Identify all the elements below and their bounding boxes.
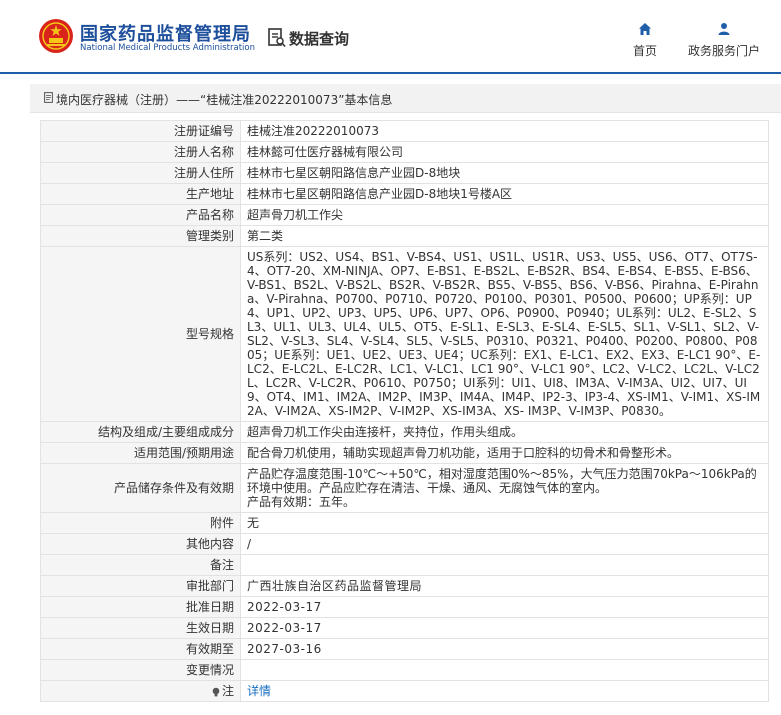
note-label-cell: 注 bbox=[40, 680, 241, 702]
row-label: 产品储存条件及有效期 bbox=[40, 463, 241, 513]
row-label: 适用范围/预期用途 bbox=[40, 442, 241, 464]
table-row: 变更情况 bbox=[40, 659, 769, 681]
table-row: 产品储存条件及有效期 产品贮存温度范围-10℃～+50℃，相对湿度范围0%～85… bbox=[40, 463, 769, 513]
table-row: 生效日期 2022-03-17 bbox=[40, 617, 769, 639]
table-row: 产品名称 超声骨刀机工作尖 bbox=[40, 204, 769, 226]
row-value: 广西壮族自治区药品监督管理局 bbox=[240, 575, 769, 597]
table-row: 注册人名称 桂林懿可仕医疗器械有限公司 bbox=[40, 141, 769, 163]
header-divider bbox=[0, 72, 781, 74]
table-row: 批准日期 2022-03-17 bbox=[40, 596, 769, 618]
table-row: 附件 无 bbox=[40, 512, 769, 534]
row-label: 附件 bbox=[40, 512, 241, 534]
row-value: 第二类 bbox=[240, 225, 769, 247]
table-row: 生产地址 桂林市七星区朝阳路信息产业园D-8地块1号楼A区 bbox=[40, 183, 769, 205]
document-icon bbox=[44, 92, 53, 103]
row-value: 2027-03-16 bbox=[240, 638, 769, 660]
row-value: 配合骨刀机使用，辅助实现超声骨刀机功能，适用于口腔科的切骨术和骨整形术。 bbox=[240, 442, 769, 464]
row-label: 注册人住所 bbox=[40, 162, 241, 184]
row-value: 详情 bbox=[240, 680, 769, 702]
row-label: 管理类别 bbox=[40, 225, 241, 247]
nav-service-portal[interactable]: 政务服务门户 bbox=[684, 22, 764, 59]
row-label: 注册证编号 bbox=[40, 120, 241, 142]
row-value: 桂林市七星区朝阳路信息产业园D-8地块 bbox=[240, 162, 769, 184]
storage-text: 产品贮存温度范围-10℃～+50℃，相对湿度范围0%～85%，大气压力范围70k… bbox=[247, 467, 757, 495]
table-row: 管理类别 第二类 bbox=[40, 225, 769, 247]
row-value: 桂林市七星区朝阳路信息产业园D-8地块1号楼A区 bbox=[240, 183, 769, 205]
table-row: 其他内容 / bbox=[40, 533, 769, 555]
row-value: 2022-03-17 bbox=[240, 596, 769, 618]
emblem-icon bbox=[39, 19, 73, 53]
row-value-model-spec: US系列：US2、US4、BS1、V-BS4、US1、US1L、US1R、US3… bbox=[240, 246, 769, 422]
row-value-storage: 产品贮存温度范围-10℃～+50℃，相对湿度范围0%～85%，大气压力范围70k… bbox=[240, 463, 769, 513]
row-value: 桂林懿可仕医疗器械有限公司 bbox=[240, 141, 769, 163]
row-label: 批准日期 bbox=[40, 596, 241, 618]
table-row: 注册证编号 桂械注准20222010073 bbox=[40, 120, 769, 142]
table-row: 审批部门 广西壮族自治区药品监督管理局 bbox=[40, 575, 769, 597]
row-label: 变更情况 bbox=[40, 659, 241, 681]
row-label: 备注 bbox=[40, 554, 241, 576]
row-label: 注册人名称 bbox=[40, 141, 241, 163]
row-value: 2022-03-17 bbox=[240, 617, 769, 639]
row-value: 超声骨刀机工作尖 bbox=[240, 204, 769, 226]
home-icon bbox=[639, 23, 651, 35]
row-value: 桂械注准20222010073 bbox=[240, 120, 769, 142]
row-label: 生效日期 bbox=[40, 617, 241, 639]
row-value: 无 bbox=[240, 512, 769, 534]
row-value bbox=[240, 659, 769, 681]
data-query-link[interactable]: 数据查询 bbox=[289, 28, 349, 49]
row-label: 型号规格 bbox=[40, 246, 241, 422]
site-header: 国家药品监督管理局 National Medical Products Admi… bbox=[0, 0, 781, 72]
row-value bbox=[240, 554, 769, 576]
row-value: / bbox=[240, 533, 769, 555]
site-title-en: National Medical Products Administration bbox=[80, 43, 255, 53]
row-label: 注 bbox=[221, 684, 234, 698]
table-row: 备注 bbox=[40, 554, 769, 576]
shelf-life-text: 产品有效期：五年。 bbox=[247, 495, 356, 509]
row-label: 审批部门 bbox=[40, 575, 241, 597]
details-link[interactable]: 详情 bbox=[247, 684, 271, 698]
nav-home[interactable]: 首页 bbox=[631, 22, 659, 59]
data-query-icon[interactable] bbox=[268, 28, 286, 48]
nav-service-label: 政务服务门户 bbox=[687, 44, 760, 58]
row-label: 结构及组成/主要组成成分 bbox=[40, 421, 241, 443]
section-title: 境内医疗器械（注册）——“桂械注准20222010073”基本信息 bbox=[56, 93, 393, 107]
row-value: 超声骨刀机工作尖由连接杆，夹持位，作用头组成。 bbox=[240, 421, 769, 443]
row-label: 其他内容 bbox=[40, 533, 241, 555]
nav-home-label: 首页 bbox=[632, 44, 657, 58]
table-row: 有效期至 2027-03-16 bbox=[40, 638, 769, 660]
row-label: 有效期至 bbox=[40, 638, 241, 660]
section-title-bar: 境内医疗器械（注册）——“桂械注准20222010073”基本信息 bbox=[30, 84, 781, 113]
user-icon bbox=[718, 23, 730, 35]
row-label: 生产地址 bbox=[40, 183, 241, 205]
table-row: 注 详情 bbox=[40, 680, 769, 702]
lightbulb-icon bbox=[212, 687, 220, 696]
table-row: 型号规格 US系列：US2、US4、BS1、V-BS4、US1、US1L、US1… bbox=[40, 246, 769, 422]
table-row: 适用范围/预期用途 配合骨刀机使用，辅助实现超声骨刀机功能，适用于口腔科的切骨术… bbox=[40, 442, 769, 464]
row-label: 产品名称 bbox=[40, 204, 241, 226]
registration-detail-table: 注册证编号 桂械注准20222010073 注册人名称 桂林懿可仕医疗器械有限公… bbox=[40, 120, 769, 702]
table-row: 注册人住所 桂林市七星区朝阳路信息产业园D-8地块 bbox=[40, 162, 769, 184]
table-row: 结构及组成/主要组成成分 超声骨刀机工作尖由连接杆，夹持位，作用头组成。 bbox=[40, 421, 769, 443]
